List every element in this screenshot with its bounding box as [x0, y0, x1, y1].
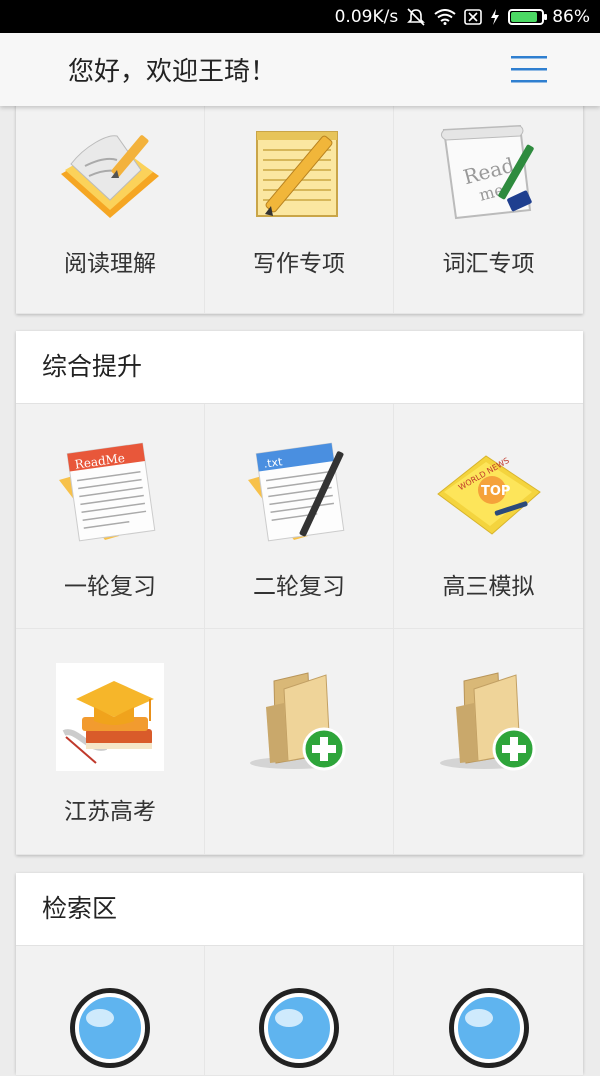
grid-item-label: 词汇专项: [442, 251, 535, 277]
magnifier-icon: [448, 988, 529, 1068]
app-header: 您好，欢迎王琦！: [0, 33, 600, 106]
grid-item-add-folder[interactable]: [205, 629, 394, 855]
writing-notepad-icon: [256, 131, 338, 217]
menu-button[interactable]: [508, 51, 550, 87]
grid-item-add-folder[interactable]: [394, 629, 583, 855]
readme-paper-icon: Read me: [440, 124, 534, 220]
svg-text:.txt: .txt: [263, 455, 284, 471]
graduation-cap-books-icon: [56, 663, 164, 771]
svg-text:TOP: TOP: [481, 484, 510, 499]
reading-notebook-icon: [61, 135, 159, 218]
grid-item-search[interactable]: [16, 946, 205, 1076]
grid-item-writing[interactable]: 写作专项: [205, 96, 394, 314]
battery-percent: 86%: [552, 6, 590, 27]
folder-add-icon: [439, 672, 535, 771]
no-sim-icon: [464, 8, 483, 25]
greeting-text: 您好，欢迎王琦！: [68, 57, 277, 87]
top-card: 阅读理解 写作专项 Read me 词汇专项: [16, 96, 583, 314]
grid-item-jiangsu-exam[interactable]: 江苏高考: [16, 629, 205, 855]
charging-icon: [490, 8, 500, 25]
battery-icon: [508, 8, 548, 25]
section-search: 检索区: [16, 873, 583, 1076]
magnifier-icon: [259, 988, 339, 1068]
grid-item-label: 二轮复习: [253, 574, 345, 600]
section-improve: 综合提升 ReadMe 一轮复习 .txt 二轮复习 TOP WORLD NEW…: [16, 331, 583, 855]
readme-document-icon: ReadMe: [59, 442, 156, 542]
grid-item-search[interactable]: [394, 946, 583, 1076]
network-speed: 0.09K/s: [334, 6, 399, 27]
grid-item-mock-exam[interactable]: TOP WORLD NEWS 高三模拟: [394, 404, 583, 629]
world-news-top-icon: TOP WORLD NEWS: [436, 455, 541, 535]
grid-item-vocabulary[interactable]: Read me 词汇专项: [394, 96, 583, 314]
grid-item-label: 阅读理解: [64, 251, 156, 277]
grid-item-search[interactable]: [205, 946, 394, 1076]
section-title: 综合提升: [16, 331, 583, 404]
section-title: 检索区: [16, 873, 583, 946]
status-bar: 0.09K/s 86%: [0, 0, 600, 33]
hamburger-menu-icon: [511, 56, 547, 83]
folder-add-icon: [250, 672, 346, 771]
txt-document-pen-icon: .txt: [248, 442, 345, 542]
grid-item-label: 一轮复习: [64, 574, 156, 600]
grid-item-first-review[interactable]: ReadMe 一轮复习: [16, 404, 205, 629]
grid-item-label: 高三模拟: [442, 574, 535, 600]
magnifier-icon: [70, 988, 150, 1068]
wifi-icon: [434, 8, 456, 25]
grid-item-second-review[interactable]: .txt 二轮复习: [205, 404, 394, 629]
mute-icon: [406, 7, 426, 26]
grid-item-label: 江苏高考: [64, 799, 156, 825]
grid-item-reading[interactable]: 阅读理解: [16, 96, 205, 314]
grid-item-label: 写作专项: [253, 251, 345, 277]
